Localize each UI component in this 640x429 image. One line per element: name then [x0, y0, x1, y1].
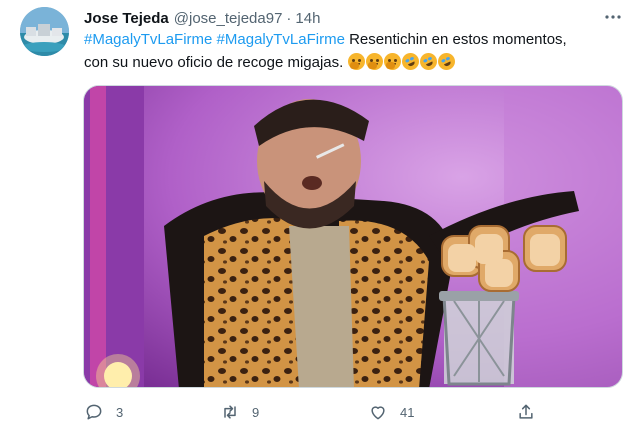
- avatar-image: [20, 7, 69, 56]
- like-button[interactable]: 41: [368, 398, 414, 426]
- author-handle[interactable]: @jose_tejeda97: [174, 10, 283, 27]
- reply-button[interactable]: 3: [84, 398, 123, 426]
- emoji-row: [347, 50, 458, 73]
- tweet-timestamp[interactable]: 14h: [295, 10, 320, 27]
- like-count: 41: [400, 404, 415, 420]
- tweet-header: Jose Tejeda @jose_tejeda97 · 14h: [84, 8, 320, 28]
- rofl-emoji: [416, 50, 440, 73]
- hashtag-link[interactable]: #MagalyTvLaFirme: [217, 31, 345, 48]
- author-name[interactable]: Jose Tejeda: [84, 10, 169, 27]
- reply-icon: [86, 404, 102, 420]
- rofl-emoji: [434, 50, 458, 73]
- shushing-face-emoji: [347, 53, 365, 70]
- header-separator: ·: [286, 9, 292, 27]
- reply-count: 3: [116, 404, 124, 420]
- tweet-text: #MagalyTvLaFirme #MagalyTvLaFirme Resent…: [84, 28, 624, 74]
- hashtag-link[interactable]: #MagalyTvLaFirme: [84, 31, 212, 48]
- retweet-button[interactable]: 9: [220, 398, 259, 426]
- meme-image: [84, 86, 622, 387]
- more-options-button[interactable]: [600, 6, 626, 28]
- tweet-media-image[interactable]: [83, 85, 623, 388]
- retweet-icon: [224, 405, 236, 419]
- tweet-card[interactable]: Jose Tejeda @jose_tejeda97 · 14h #Magaly…: [0, 0, 640, 429]
- rofl-emoji: [398, 50, 422, 73]
- shushing-face-emoji: [383, 53, 401, 70]
- tweet-actions: 3 9 41: [84, 398, 624, 426]
- avatar[interactable]: [20, 7, 69, 56]
- share-button[interactable]: [516, 398, 536, 426]
- more-dots-icon: [605, 15, 621, 19]
- share-icon: [519, 404, 533, 419]
- shushing-face-emoji: [365, 53, 383, 70]
- retweet-count: 9: [252, 404, 260, 420]
- tweet-text-line1: Resentichin en estos momentos,: [344, 31, 567, 48]
- tweet-text-line2: con su nuevo oficio de recoge migajas.: [84, 54, 348, 71]
- heart-icon: [371, 406, 385, 420]
